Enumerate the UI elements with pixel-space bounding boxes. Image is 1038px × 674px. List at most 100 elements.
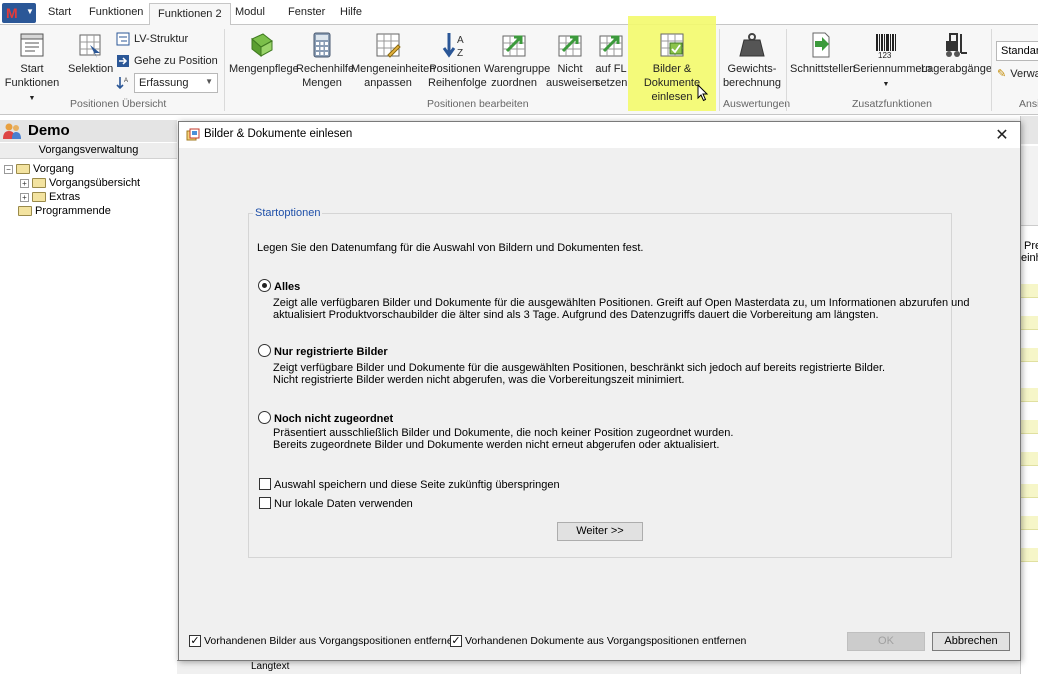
tab-modul[interactable]: Modul xyxy=(235,6,265,18)
positionen-label-1: Positionen xyxy=(429,63,481,75)
mengenpflege-button[interactable]: Mengenpflege xyxy=(229,31,299,76)
expand-icon[interactable]: + xyxy=(20,192,29,202)
gehe-zu-position-button[interactable]: Gehe zu Position xyxy=(116,54,218,68)
skip-page-label[interactable]: Auswahl speichern und diese Seite zukünf… xyxy=(274,479,560,491)
positionen-label-2: Reihenfolge xyxy=(428,77,487,89)
tree-item-programmende[interactable]: Programmende xyxy=(18,205,111,217)
pencil-icon: ✎ xyxy=(997,68,1007,80)
background-editor-strip: Langtext xyxy=(177,660,1020,674)
rechenhilfe-mengen-button[interactable]: Rechenhilfe Mengen xyxy=(296,31,354,90)
abbrechen-button[interactable]: Abbrechen xyxy=(932,632,1010,651)
tree-label-vorgangsuebersicht: Vorgangsübersicht xyxy=(49,177,141,189)
background-row xyxy=(1021,284,1038,298)
sort-az-icon: AZ xyxy=(442,33,464,59)
auf-fl-setzen-button[interactable]: auf FL setzen xyxy=(595,31,627,90)
background-row xyxy=(1021,548,1038,562)
tab-hilfe[interactable]: Hilfe xyxy=(340,6,362,18)
skip-page-checkbox[interactable] xyxy=(259,478,271,490)
close-icon[interactable]: ✕ xyxy=(992,125,1012,145)
dialog-titlebar[interactable]: Bilder & Dokumente einlesen ✕ xyxy=(179,122,1020,148)
chevron-down-icon: ▼ xyxy=(205,77,213,86)
group-label-positionen-bearbeiten: Positionen bearbeiten xyxy=(427,98,529,110)
gehe-zu-position-label: Gehe zu Position xyxy=(134,55,218,67)
chevron-down-icon: ▼ xyxy=(28,95,36,102)
ok-label: OK xyxy=(878,635,894,647)
startoptionen-group: Startoptionen Legen Sie den Datenumfang … xyxy=(248,207,969,558)
barcode-icon: 123 xyxy=(876,34,896,59)
start-funktionen-button[interactable]: Start Funktionen ▼ xyxy=(4,31,60,106)
tab-funktionen-2[interactable]: Funktionen 2 xyxy=(149,3,231,26)
grid-check-icon xyxy=(660,33,684,57)
local-data-label[interactable]: Nur lokale Daten verwenden xyxy=(274,498,413,510)
lagerabgaenge-button[interactable]: Lagerabgänge xyxy=(921,31,992,76)
remove-images-label[interactable]: Vorhandenen Bilder aus Vorgangspositione… xyxy=(204,635,459,647)
goto-position-icon xyxy=(117,55,129,67)
weiter-button[interactable]: Weiter >> xyxy=(557,522,643,541)
warengruppe-zuordnen-button[interactable]: Warengruppe zuordnen xyxy=(484,31,550,90)
tree-item-extras[interactable]: + Extras xyxy=(20,191,80,203)
radio-noch-nicht-zugeordnet[interactable] xyxy=(258,411,271,424)
tab-start[interactable]: Start xyxy=(48,6,71,18)
option-nicht-zugeordnet-title[interactable]: Noch nicht zugeordnet xyxy=(274,413,393,425)
expand-icon[interactable]: + xyxy=(20,178,29,188)
gewichtsberechnung-button[interactable]: Gewichts- berechnung xyxy=(722,31,782,90)
ribbon: Start Funktionen ▼ Selektion LV-Struktur… xyxy=(0,16,1038,115)
radio-nur-registrierte-bilder[interactable] xyxy=(258,344,271,357)
tree-item-vorgangsuebersicht[interactable]: + Vorgangsübersicht xyxy=(20,177,140,189)
chevron-down-icon: ▼ xyxy=(26,7,34,16)
remove-documents-label[interactable]: Vorhandenen Dokumente aus Vorgangspositi… xyxy=(465,635,746,647)
vorgangsverwaltung-header[interactable]: Vorgangsverwaltung xyxy=(0,143,177,159)
grid-edit-icon xyxy=(376,33,401,58)
verwa-button[interactable]: ✎ Verwa xyxy=(997,67,1038,81)
tree-label-programmende: Programmende xyxy=(35,205,111,217)
bilder-label-1: Bilder & Dokumente xyxy=(643,63,701,89)
group-separator xyxy=(224,29,225,111)
group-label-zusatzfunktionen: Zusatzfunktionen xyxy=(852,98,932,110)
mengeneinheiten-label-2: anpassen xyxy=(364,77,412,89)
selektion-button[interactable]: Selektion xyxy=(68,31,114,76)
background-header xyxy=(1021,146,1038,226)
background-column-label-1: Pre xyxy=(1024,240,1038,252)
positionen-reihenfolge-button[interactable]: AZ Positionen Reihenfolge xyxy=(428,31,487,90)
tab-fenster[interactable]: Fenster xyxy=(288,6,325,18)
tree-item-vorgang[interactable]: − Vorgang xyxy=(4,163,74,175)
mengeneinheiten-anpassen-button[interactable]: Mengeneinheiten anpassen xyxy=(351,31,435,90)
remove-images-checkbox[interactable]: ✓ xyxy=(189,635,201,647)
schnittstellen-button[interactable]: Schnittstellen xyxy=(790,31,856,76)
svg-text:123: 123 xyxy=(878,51,892,59)
option-alles-title[interactable]: Alles xyxy=(274,281,300,293)
group-label-auswertungen: Auswertungen xyxy=(723,98,791,110)
seriennummern-button[interactable]: 123 Seriennummern ▼ xyxy=(853,31,931,92)
sort-arrow-icon: A xyxy=(116,77,128,90)
tab-funktionen[interactable]: Funktionen xyxy=(89,6,143,18)
radio-alles[interactable] xyxy=(258,279,271,292)
gewichts-label-2: berechnung xyxy=(722,77,782,89)
local-data-checkbox[interactable] xyxy=(259,497,271,509)
nicht-label-1: Nicht xyxy=(557,63,583,75)
option-alles-desc-1: Zeigt alle verfügbaren Bilder und Dokume… xyxy=(273,297,970,309)
ok-button[interactable]: OK xyxy=(847,632,925,651)
collapse-icon[interactable]: − xyxy=(4,164,13,174)
standard-dropdown[interactable]: Standard xyxy=(996,41,1038,61)
erfassung-dropdown[interactable]: Erfassung ▼ xyxy=(134,73,218,93)
bilder-label-2: einlesen xyxy=(651,91,693,103)
group-separator xyxy=(786,29,787,111)
schnittstellen-label: Schnittstellen xyxy=(790,63,856,75)
nicht-ausweisen-button[interactable]: Nicht ausweisen xyxy=(546,31,598,90)
option-registriert-title[interactable]: Nur registrierte Bilder xyxy=(274,346,388,358)
app-logo-icon: M xyxy=(6,5,18,21)
background-row xyxy=(1021,516,1038,530)
remove-documents-checkbox[interactable]: ✓ xyxy=(450,635,462,647)
background-row xyxy=(1021,316,1038,330)
lv-struktur-button[interactable]: LV-Struktur xyxy=(116,32,188,46)
users-icon xyxy=(3,123,21,139)
forklift-icon xyxy=(946,33,967,57)
background-column-label-2: einh xyxy=(1021,252,1038,264)
selektion-label: Selektion xyxy=(68,63,114,75)
chevron-down-icon: ▼ xyxy=(882,81,890,88)
seriennummern-label: Seriennummern xyxy=(853,63,932,75)
list-window-icon xyxy=(20,33,44,57)
app-menu-button[interactable]: M ▼ xyxy=(2,3,36,23)
folder-open-icon xyxy=(16,164,30,174)
intro-text: Legen Sie den Datenumfang für die Auswah… xyxy=(257,242,644,254)
